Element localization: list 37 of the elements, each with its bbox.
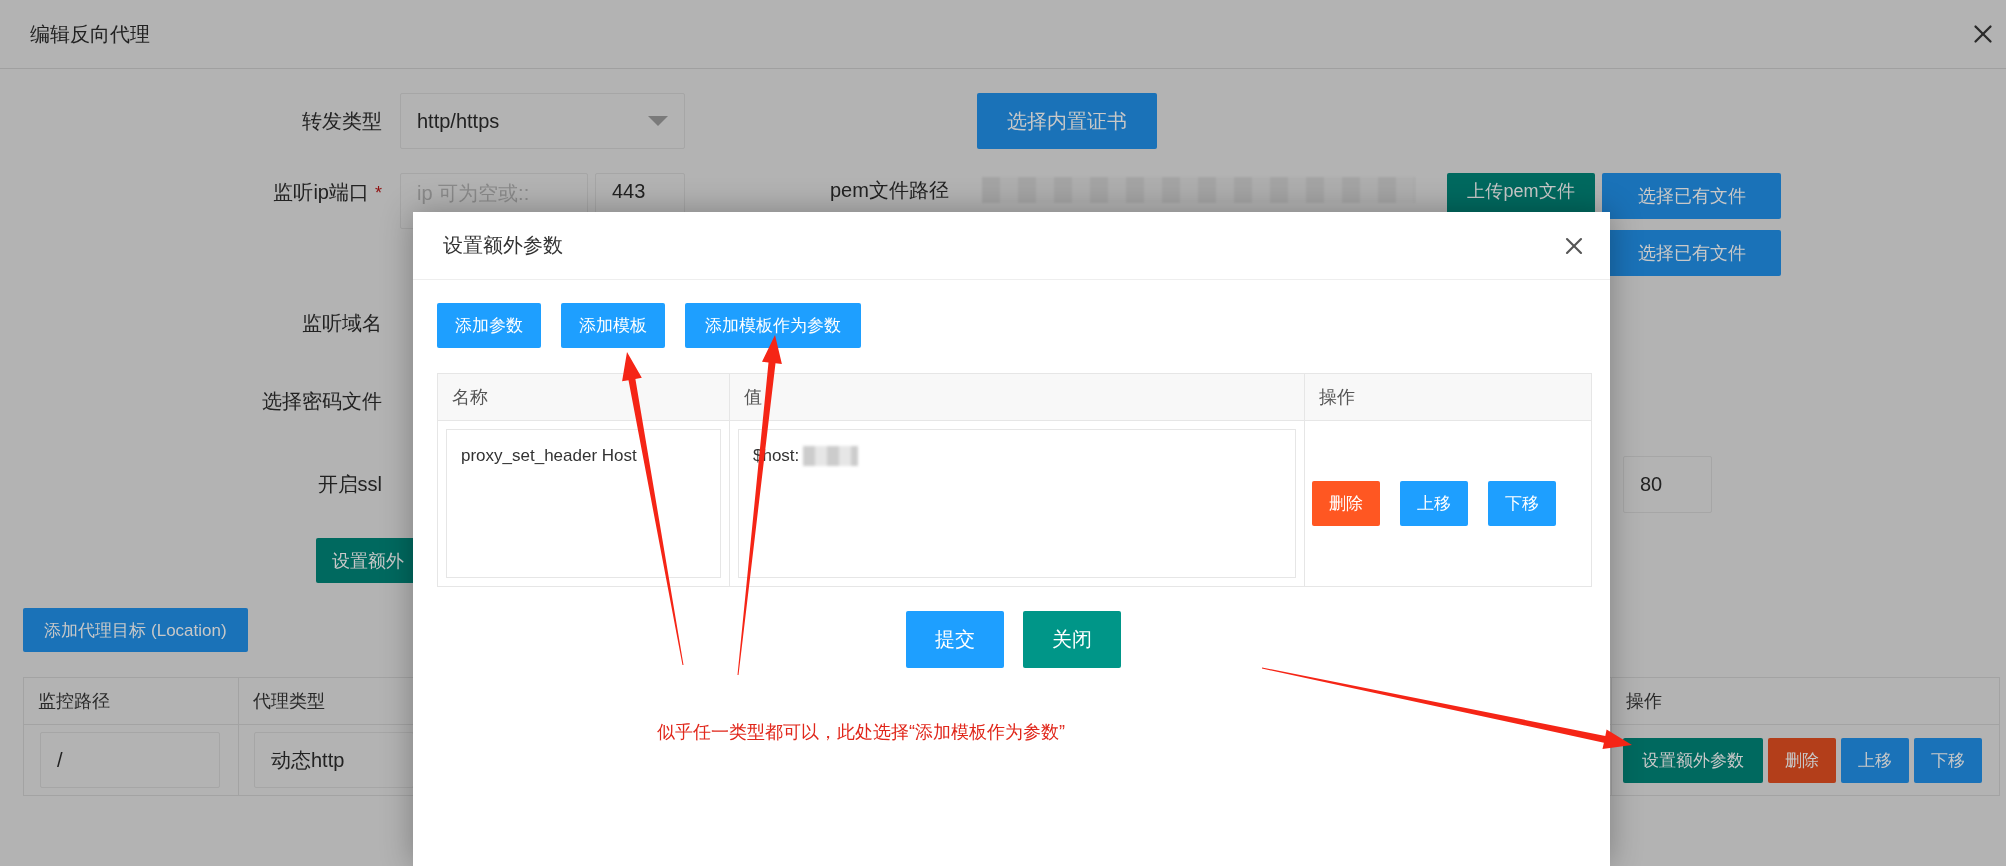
window-title: 编辑反向代理: [30, 21, 150, 47]
toolbar-button[interactable]: 添加模板作为参数: [685, 303, 861, 348]
form-label: 监听ip端口: [273, 181, 369, 203]
choose-file-button[interactable]: 选择已有文件: [1602, 173, 1781, 219]
form-label: pem文件路径: [830, 178, 950, 203]
column-header: 代理类型: [253, 690, 325, 713]
action-button[interactable]: 设置额外参数: [1623, 737, 1763, 783]
submit-button[interactable]: 提交: [906, 611, 1004, 668]
row-action-button[interactable]: 上移: [1400, 481, 1468, 526]
name-field[interactable]: proxy_set_header Host: [446, 429, 721, 578]
cert-button[interactable]: 选择内置证书: [977, 93, 1157, 149]
select-field[interactable]: http/https: [400, 93, 685, 149]
required-mark: *: [375, 183, 382, 203]
action-button[interactable]: 下移: [1914, 737, 1982, 783]
close-button[interactable]: 关闭: [1023, 611, 1121, 668]
toolbar-button[interactable]: 添加模板: [561, 303, 665, 348]
path-field[interactable]: /: [40, 732, 220, 788]
action-button[interactable]: 删除: [1768, 737, 1836, 783]
form-label: 监听域名: [301, 310, 383, 336]
row-action-button[interactable]: 删除: [1312, 481, 1380, 526]
dialog-title: 设置额外参数: [443, 233, 563, 258]
caret-icon: [648, 116, 668, 126]
annotation-text: 似乎任一类型都可以，此处选择“添加模板作为参数”: [657, 721, 1066, 744]
column-header: 值: [744, 386, 762, 409]
toolbar-button[interactable]: 添加参数: [437, 303, 541, 348]
column-header: 操作: [1626, 690, 1662, 713]
action-button[interactable]: 上移: [1841, 737, 1909, 783]
form-label: 开启ssl: [316, 472, 383, 497]
column-header: 监控路径: [38, 690, 110, 713]
column-header: 操作: [1319, 386, 1355, 409]
add-location-button[interactable]: 添加代理目标 (Location): [23, 608, 248, 652]
row-action-button[interactable]: 下移: [1488, 481, 1556, 526]
type-field[interactable]: 动态http: [254, 732, 414, 788]
form-label: 转发类型: [301, 108, 383, 134]
column-header: 名称: [452, 386, 488, 409]
form-label: 选择密码文件: [261, 388, 383, 414]
port-field[interactable]: 80: [1623, 456, 1712, 513]
